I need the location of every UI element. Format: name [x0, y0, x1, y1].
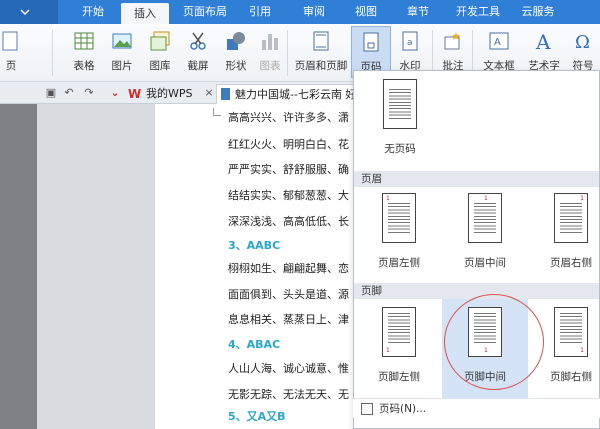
svg-text:W: W: [128, 87, 141, 99]
screenshot-button[interactable]: 截屏: [180, 26, 216, 78]
doc-heading: 5、又A又B: [228, 410, 286, 423]
chart-icon: [262, 34, 278, 50]
picture-button-label: 图片: [111, 60, 133, 72]
picture-icon: [112, 33, 132, 49]
header-left-option[interactable]: 1 页眉左侧: [356, 185, 442, 285]
doc-heading: 3、AABC: [228, 239, 281, 252]
header-center-thumbnail-icon: 1: [468, 193, 502, 243]
redo-icon[interactable]: ↷: [82, 86, 96, 100]
undo-icon[interactable]: ↶: [62, 86, 76, 100]
table-button-label: 表格: [73, 60, 95, 72]
wordart-icon: A: [535, 30, 551, 52]
tab-view[interactable]: 视图: [346, 0, 386, 24]
tab-references[interactable]: 引用: [240, 0, 280, 24]
footer-right-label: 页脚右侧: [550, 371, 592, 383]
tab-home[interactable]: 开始: [70, 0, 116, 24]
textbox-icon: A: [489, 32, 509, 50]
gallery-icon: [150, 31, 170, 51]
close-tab-icon[interactable]: ×: [202, 86, 216, 100]
shapes-icon: [227, 32, 245, 50]
header-footer-icon: [313, 31, 329, 51]
doc-line: 结结实实、郁郁葱葱、大: [228, 189, 349, 202]
left-gutter: [0, 104, 155, 429]
shapes-button-label: 形状: [225, 60, 247, 72]
document-icon: [221, 88, 230, 100]
doc-line: 深深浅浅、高高低低、长: [228, 215, 349, 228]
header-footer-button[interactable]: 页眉和页脚: [292, 26, 350, 78]
doc-line: 息息相关、蒸蒸日上、津: [228, 313, 349, 326]
page-number-format-item[interactable]: 页码(N)...: [353, 398, 600, 418]
shapes-button[interactable]: 形状: [218, 26, 254, 78]
navigation-strip: [0, 104, 37, 429]
doc-line: 人山人海、诚心诚意、惟: [228, 362, 349, 375]
screenshot-button-label: 截屏: [187, 60, 209, 72]
svg-text:a: a: [407, 38, 413, 48]
menu-bar: 开始 插入 页面布局 引用 审阅 视图 章节 开发工具 云服务: [0, 0, 600, 24]
doc-line: 栩栩如生、翩翩起舞、恋: [228, 262, 349, 275]
page-number-format-icon: [361, 403, 373, 415]
symbol-icon: Ω: [575, 32, 590, 52]
page-button[interactable]: 页: [0, 26, 22, 78]
highlight-circle: [444, 294, 544, 390]
app-menu-icon: [20, 9, 30, 16]
page-button-label: 页: [5, 60, 17, 72]
table-button[interactable]: 表格: [66, 26, 102, 78]
no-page-number-label: 无页码: [384, 143, 416, 155]
header-right-thumbnail-icon: 1: [554, 193, 588, 243]
doc-heading: 4、ABAC: [228, 338, 281, 351]
tab-chapter[interactable]: 章节: [398, 0, 438, 24]
tab-review[interactable]: 审阅: [294, 0, 334, 24]
doc-line: 高高兴兴、许许多多、潇: [228, 111, 349, 124]
tab-my-wps[interactable]: 我的WPS: [146, 84, 202, 104]
header-left-thumbnail-icon: 1: [382, 193, 416, 243]
doc-line: 严严实实、舒舒服服、确: [228, 163, 349, 176]
header-center-option[interactable]: 1 页眉中间: [442, 185, 528, 285]
chart-button[interactable]: 图表: [256, 26, 284, 78]
picture-button[interactable]: 图片: [104, 26, 140, 78]
pin-icon[interactable]: ⌄: [108, 86, 122, 100]
gallery-button[interactable]: 图库: [142, 26, 178, 78]
page-number-format-label: 页码(N)...: [379, 403, 427, 415]
page-thumbnail-icon: [383, 79, 417, 129]
doc-line: 红红火火、明明白白、花: [228, 138, 349, 151]
table-icon: [74, 32, 94, 50]
ribbon-divider: [287, 30, 288, 76]
quick-save-icon[interactable]: ▣: [44, 86, 58, 100]
page-icon: [2, 31, 18, 51]
tab-developer-tools[interactable]: 开发工具: [448, 0, 508, 24]
comment-icon: [444, 32, 460, 50]
footer-left-thumbnail-icon: 1: [382, 307, 416, 357]
tab-insert[interactable]: 插入: [121, 3, 169, 24]
watermark-icon: a: [402, 31, 418, 51]
header-right-label: 页眉右侧: [550, 257, 592, 269]
header-right-option[interactable]: 1 页眉右侧: [528, 185, 599, 285]
doc-line: 无影无踪、无法无天、无: [228, 388, 349, 401]
tab-cloud-service[interactable]: 云服务: [513, 0, 563, 24]
svg-text:Ω: Ω: [575, 32, 590, 52]
tab-document[interactable]: 魅力中国城--七彩云南 好在: [216, 84, 356, 104]
gallery-button-label: 图库: [149, 60, 171, 72]
footer-left-option[interactable]: 1 页脚左侧: [356, 299, 442, 399]
header-footer-button-label: 页眉和页脚: [294, 60, 348, 72]
svg-text:A: A: [535, 30, 551, 52]
footer-right-thumbnail-icon: 1: [554, 307, 588, 357]
no-page-number-option[interactable]: 无页码: [354, 71, 446, 171]
ribbon-divider: [52, 30, 53, 76]
doc-line: 面面俱到、头头是道、源: [228, 288, 349, 301]
margin-corner-mark: [213, 108, 221, 116]
footer-left-label: 页脚左侧: [378, 371, 420, 383]
screenshot-icon: [190, 32, 206, 50]
header-left-label: 页眉左侧: [378, 257, 420, 269]
header-center-label: 页眉中间: [464, 257, 506, 269]
chart-button-label: 图表: [259, 60, 281, 72]
app-menu-button[interactable]: [0, 0, 58, 24]
tab-page-layout[interactable]: 页面布局: [176, 0, 234, 24]
svg-text:A: A: [494, 37, 501, 48]
wps-logo-icon: W: [128, 87, 141, 99]
page-number-icon: [363, 32, 379, 52]
